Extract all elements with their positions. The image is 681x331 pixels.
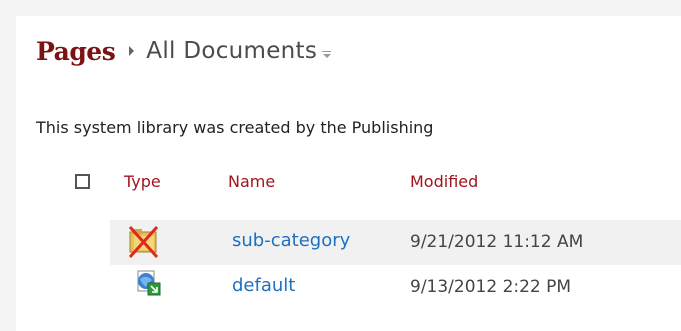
column-header-modified[interactable]: Modified (410, 172, 478, 191)
view-dropdown-icon[interactable] (322, 51, 332, 59)
table-row[interactable]: default 9/13/2012 2:22 PM (110, 265, 681, 310)
page-link-icon (136, 269, 162, 301)
table-row[interactable]: sub-category 9/21/2012 11:12 AM (110, 220, 681, 265)
breadcrumb-arrow-icon (129, 46, 135, 56)
library-description: This system library was created by the P… (36, 118, 434, 137)
select-all-checkbox[interactable] (75, 174, 90, 189)
library-title-link[interactable]: Pages (36, 37, 116, 66)
item-name-link[interactable]: sub-category (232, 230, 350, 251)
item-name-link[interactable]: default (232, 275, 295, 296)
item-modified: 9/21/2012 11:12 AM (410, 232, 584, 252)
page-title: Pages All Documents (36, 34, 332, 68)
item-modified: 9/13/2012 2:22 PM (410, 277, 572, 297)
folder-deleted-icon (128, 224, 160, 264)
view-selector-label[interactable]: All Documents (146, 38, 317, 64)
column-header-name[interactable]: Name (228, 172, 275, 191)
column-header-type[interactable]: Type (124, 172, 161, 191)
